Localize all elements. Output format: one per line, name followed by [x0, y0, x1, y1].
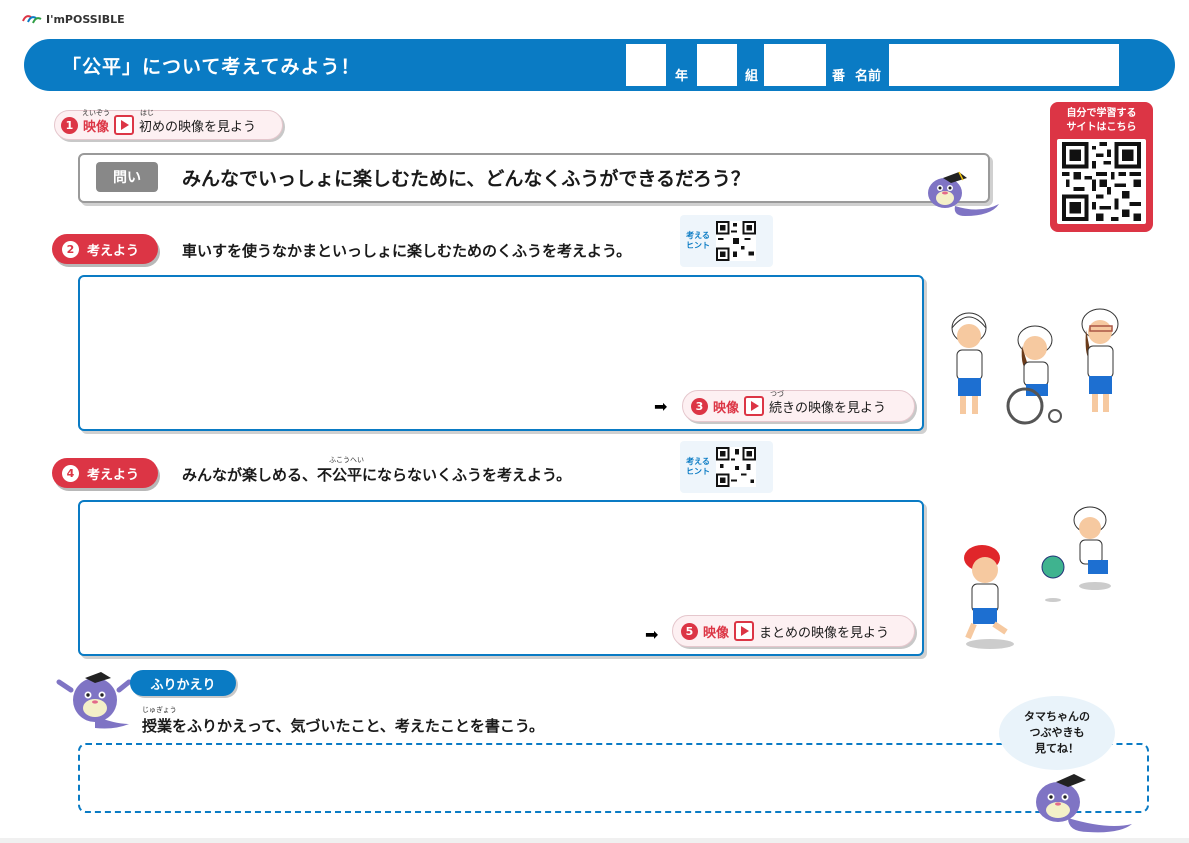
tama-chan-mascot-icon [1036, 774, 1132, 833]
step2-prompt: 車いすを使うなかまといっしょに楽しむためのくふうを考えよう。 [182, 242, 632, 260]
step1-label-text: 初めの映像を見よう [139, 119, 257, 135]
play-icon [114, 115, 135, 135]
tama-chan-mascot-icon [56, 672, 132, 729]
qr-code-icon[interactable] [1062, 142, 1141, 221]
class-label: 組 [745, 69, 759, 84]
site-card-line2: サイトはこちら [1066, 121, 1137, 133]
reflection-tag: ふりかえり [130, 670, 236, 696]
page-title: 「公平」について考えてみよう！ [62, 56, 361, 78]
question-text: みんなでいっしょに楽しむために、どんなくふうができるだろう？ [182, 168, 750, 190]
step5-video-pill[interactable]: 5 映像 まとめの映像を見よう [672, 615, 915, 647]
bubble-line2: つぶやきも [1029, 726, 1085, 740]
year-label: 年 [675, 69, 689, 84]
step4-prompt-ruby: ふこうへい [329, 456, 364, 464]
step3-label-ruby: つづ [770, 389, 785, 398]
reflection-answer-box[interactable] [78, 743, 1149, 813]
step1-number: 1 [61, 116, 78, 134]
question-tag: 問い [96, 162, 158, 192]
site-card-line1: 自分で学習する [1066, 108, 1137, 119]
hint-line1: 考える [686, 457, 710, 466]
step1-video-pill[interactable]: 1 えいぞう 映像 はじ 初めの映像を見よう [54, 109, 283, 140]
step4-tag-label: 考えよう [87, 467, 140, 483]
step5-label-text: まとめの映像を見よう [759, 625, 890, 641]
step2-tag-label: 考えよう [87, 243, 140, 259]
step1-eizo-label: えいぞう 映像 [82, 109, 110, 135]
hint-label: 考える ヒント [686, 457, 710, 477]
speech-bubble: タマちゃんの つぶやきも 見てね！ [999, 696, 1115, 770]
qr-code-icon[interactable] [716, 221, 756, 261]
qr-code-icon[interactable] [716, 447, 756, 487]
hint-line2: ヒント [686, 241, 710, 250]
arrow-right-icon: ➡ [654, 397, 668, 416]
step3-label: つづ 続きの映像を見よう [769, 390, 887, 416]
step1-label: はじ 初めの映像を見よう [139, 109, 257, 135]
children-playing-ball-illustration [964, 506, 1111, 649]
play-icon [744, 396, 765, 416]
name-label: 名前 [855, 69, 882, 84]
step3-video-pill[interactable]: 3 映像 つづ 続きの映像を見よう [682, 390, 915, 422]
step1-eizo-text: 映像 [83, 119, 110, 135]
arrow-right-icon: ➡ [645, 625, 659, 644]
step4-think-tag: 4 考えよう [52, 458, 158, 488]
class-field[interactable] [697, 44, 737, 86]
step5-eizo-label: 映像 [703, 625, 730, 641]
hint-line2: ヒント [686, 467, 710, 476]
step1-eizo-ruby: えいぞう [82, 108, 110, 117]
name-field[interactable] [889, 44, 1119, 86]
paralympic-logo-icon [22, 15, 42, 24]
hint-line1: 考える [686, 231, 710, 240]
children-with-wheelchair-illustration [951, 308, 1119, 425]
hint-label: 考える ヒント [686, 231, 710, 251]
step5-number: 5 [681, 622, 698, 640]
step2-number: 2 [62, 240, 79, 258]
step4-number: 4 [62, 464, 79, 482]
step4-hint-card[interactable]: 考える ヒント [680, 441, 773, 493]
year-field[interactable] [626, 44, 666, 86]
bottom-edge [0, 838, 1189, 843]
number-field[interactable] [764, 44, 826, 86]
impossible-logo: I'mPOSSIBLE [22, 12, 125, 26]
tama-chan-mascot-icon [928, 171, 999, 216]
number-label: 番 [832, 69, 846, 84]
play-icon [734, 621, 755, 641]
step3-label-text: 続きの映像を見よう [769, 400, 887, 416]
step4-prompt: みんなが楽しめる、不公平にならないくふうを考えよう。 [182, 464, 571, 485]
step2-hint-card[interactable]: 考える ヒント [680, 215, 773, 267]
step3-eizo-label: 映像 [713, 400, 740, 416]
step4-prompt-text: みんなが楽しめる、不公平にならないくふうを考えよう。 [182, 466, 572, 484]
step2-think-tag: 2 考えよう [52, 234, 158, 264]
step1-label-ruby: はじ [140, 108, 155, 117]
reflection-ruby: じゅぎょう [142, 706, 177, 714]
logo-text: I'mPOSSIBLE [46, 12, 125, 26]
bubble-line3: 見てね！ [1035, 741, 1079, 755]
reflection-prompt: 授業をふりかえって、気づいたこと、考えたことを書こう。 [142, 717, 545, 735]
site-card-label: 自分で学習する サイトはこちら [1050, 107, 1153, 134]
bubble-line1: タマちゃんの [1024, 710, 1090, 724]
step3-number: 3 [691, 397, 708, 415]
